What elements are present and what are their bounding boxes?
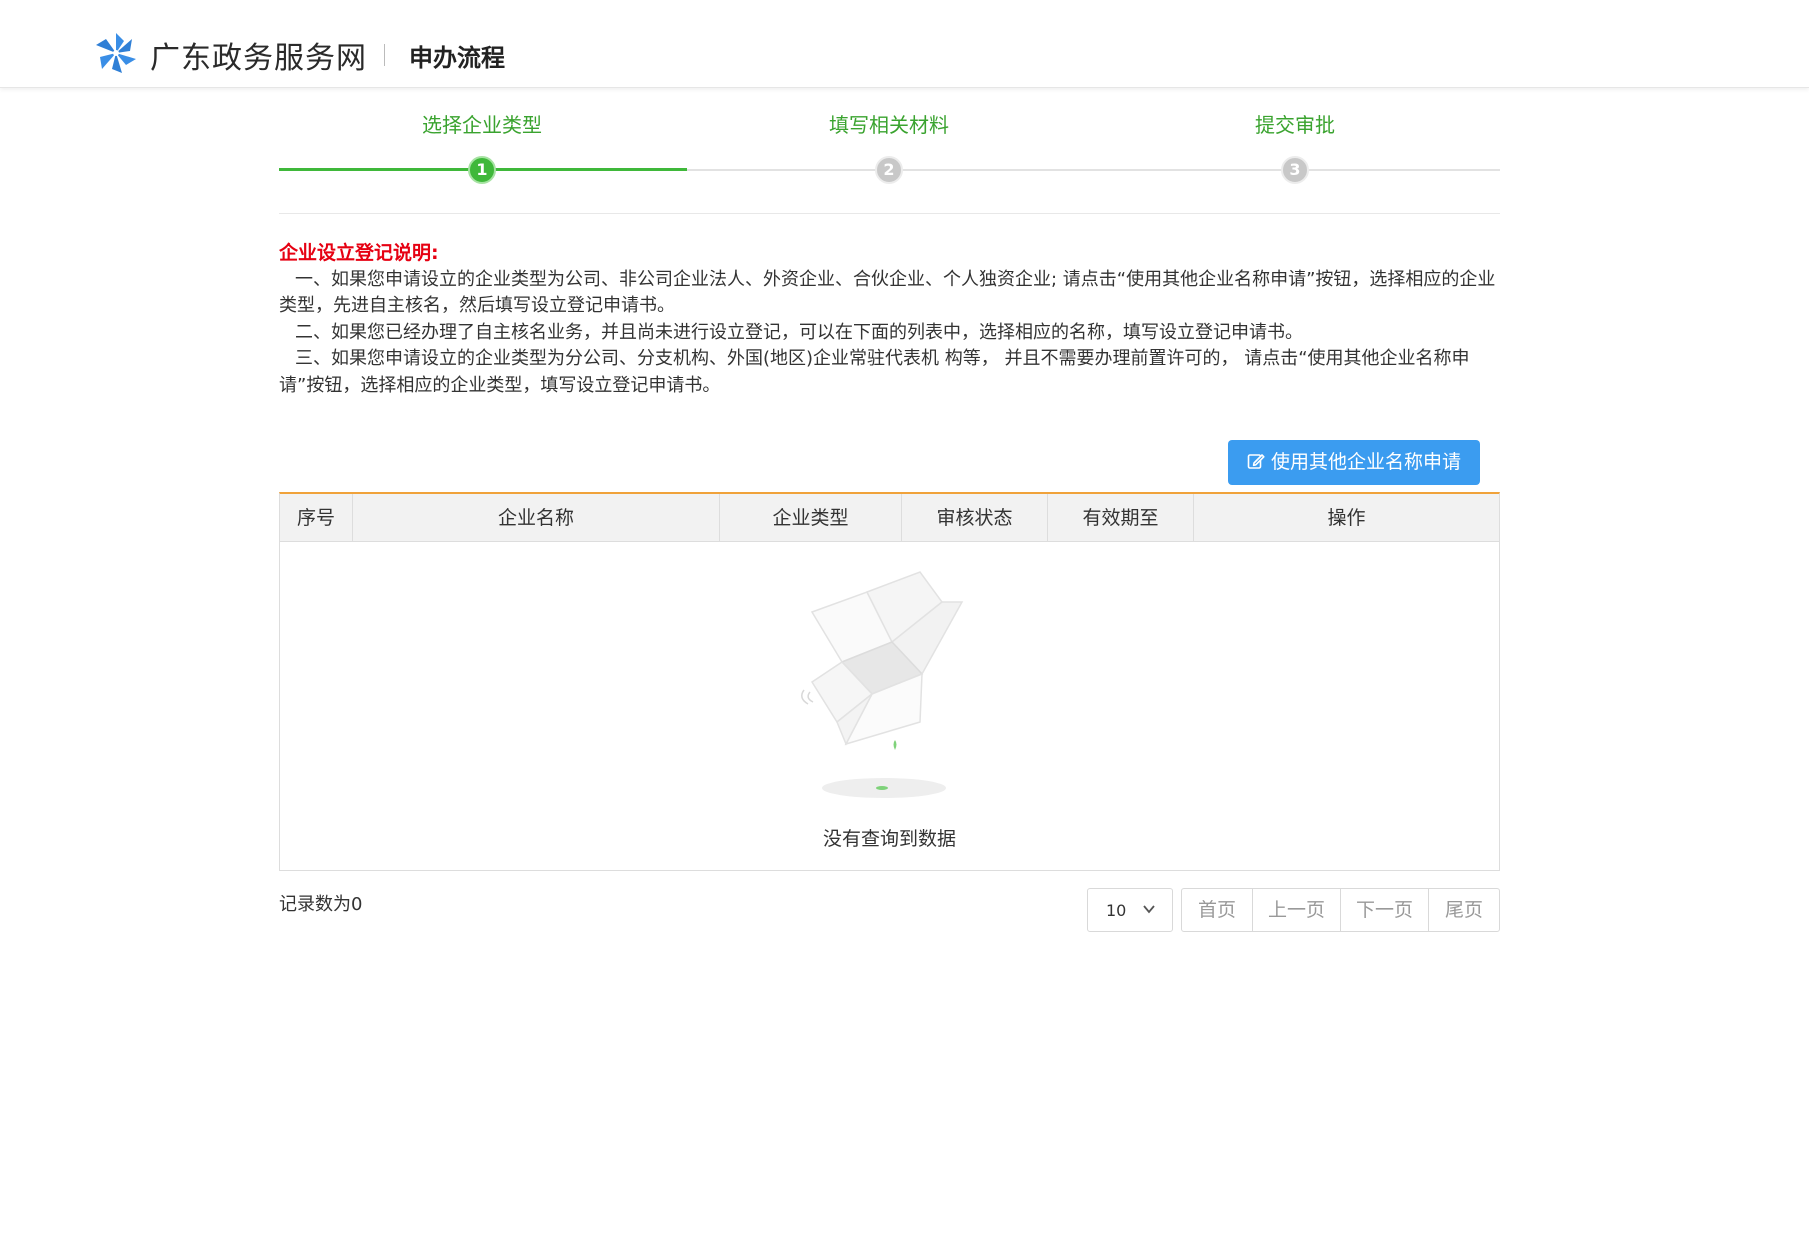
registration-notice: 企业设立登记说明: 一、如果您申请设立的企业类型为公司、非公司企业法人、外资企业… xyxy=(279,240,1500,399)
column-header-actions: 操作 xyxy=(1327,507,1366,529)
page-title: 申办流程 xyxy=(409,44,505,72)
column-header-index: 序号 xyxy=(280,494,353,542)
prev-page-button[interactable]: 上一页 xyxy=(1252,888,1341,932)
step-select-type: 选择企业类型 xyxy=(332,110,632,140)
column-header-company-type: 企业类型 xyxy=(720,494,902,542)
empty-state: 没有查询到数据 xyxy=(280,542,1499,871)
empty-box-icon xyxy=(801,571,964,798)
notice-paragraph-3: 三、如果您申请设立的企业类型为分公司、分支机构、外国(地区)企业常驻代表机 构等… xyxy=(279,348,1470,396)
notice-paragraph-2: 二、如果您已经办理了自主核名业务，并且尚未进行设立登记，可以在下面的列表中，选择… xyxy=(295,321,1303,343)
step-label: 选择企业类型 xyxy=(422,113,542,137)
next-page-button[interactable]: 下一页 xyxy=(1340,888,1429,932)
site-name[interactable]: 广东政务服务网 xyxy=(150,33,367,77)
step-label: 提交审批 xyxy=(1255,113,1335,137)
use-other-name-label: 使用其他企业名称申请 xyxy=(1270,451,1461,473)
chevron-down-icon xyxy=(1143,905,1155,914)
column-header-review-status: 审核状态 xyxy=(902,494,1048,542)
name-list-table: 序号 企业名称 企业类型 审核状态 有效期至 操作 没有查询到数据 xyxy=(279,492,1500,871)
page-size-select[interactable]: 10 xyxy=(1087,888,1173,932)
column-header-company-name: 企业名称 xyxy=(353,494,720,542)
pinwheel-logo-icon[interactable] xyxy=(94,31,138,75)
step-fill-materials: 填写相关材料 xyxy=(739,110,1039,140)
use-other-name-button[interactable]: 使用其他企业名称申请 xyxy=(1228,440,1480,485)
notice-paragraph-1: 一、如果您申请设立的企业类型为公司、非公司企业法人、外资企业、合伙企业、个人独资… xyxy=(279,268,1496,317)
empty-text: 没有查询到数据 xyxy=(822,828,956,850)
step-submit-approval: 提交审批 xyxy=(1145,110,1445,140)
step-number-1: 1 xyxy=(468,156,496,184)
header-divider xyxy=(384,44,385,66)
record-count: 记录数为0 xyxy=(279,894,363,915)
step-number-2: 2 xyxy=(875,156,903,184)
progress-steps: 选择企业类型 1 填写相关材料 2 提交审批 3 xyxy=(279,110,1500,214)
first-page-button[interactable]: 首页 xyxy=(1181,888,1253,932)
table-header: 序号 企业名称 企业类型 审核状态 有效期至 操作 xyxy=(280,494,1499,542)
notice-title: 企业设立登记说明: xyxy=(279,242,439,264)
step-number-3: 3 xyxy=(1281,156,1309,184)
edit-icon xyxy=(1247,454,1265,469)
top-header: 广东政务服务网 申办流程 xyxy=(0,0,1809,88)
last-page-button[interactable]: 尾页 xyxy=(1428,888,1500,932)
column-header-valid-until: 有效期至 xyxy=(1048,494,1194,542)
step-label: 填写相关材料 xyxy=(829,113,949,137)
page-size-value: 10 xyxy=(1106,901,1127,920)
